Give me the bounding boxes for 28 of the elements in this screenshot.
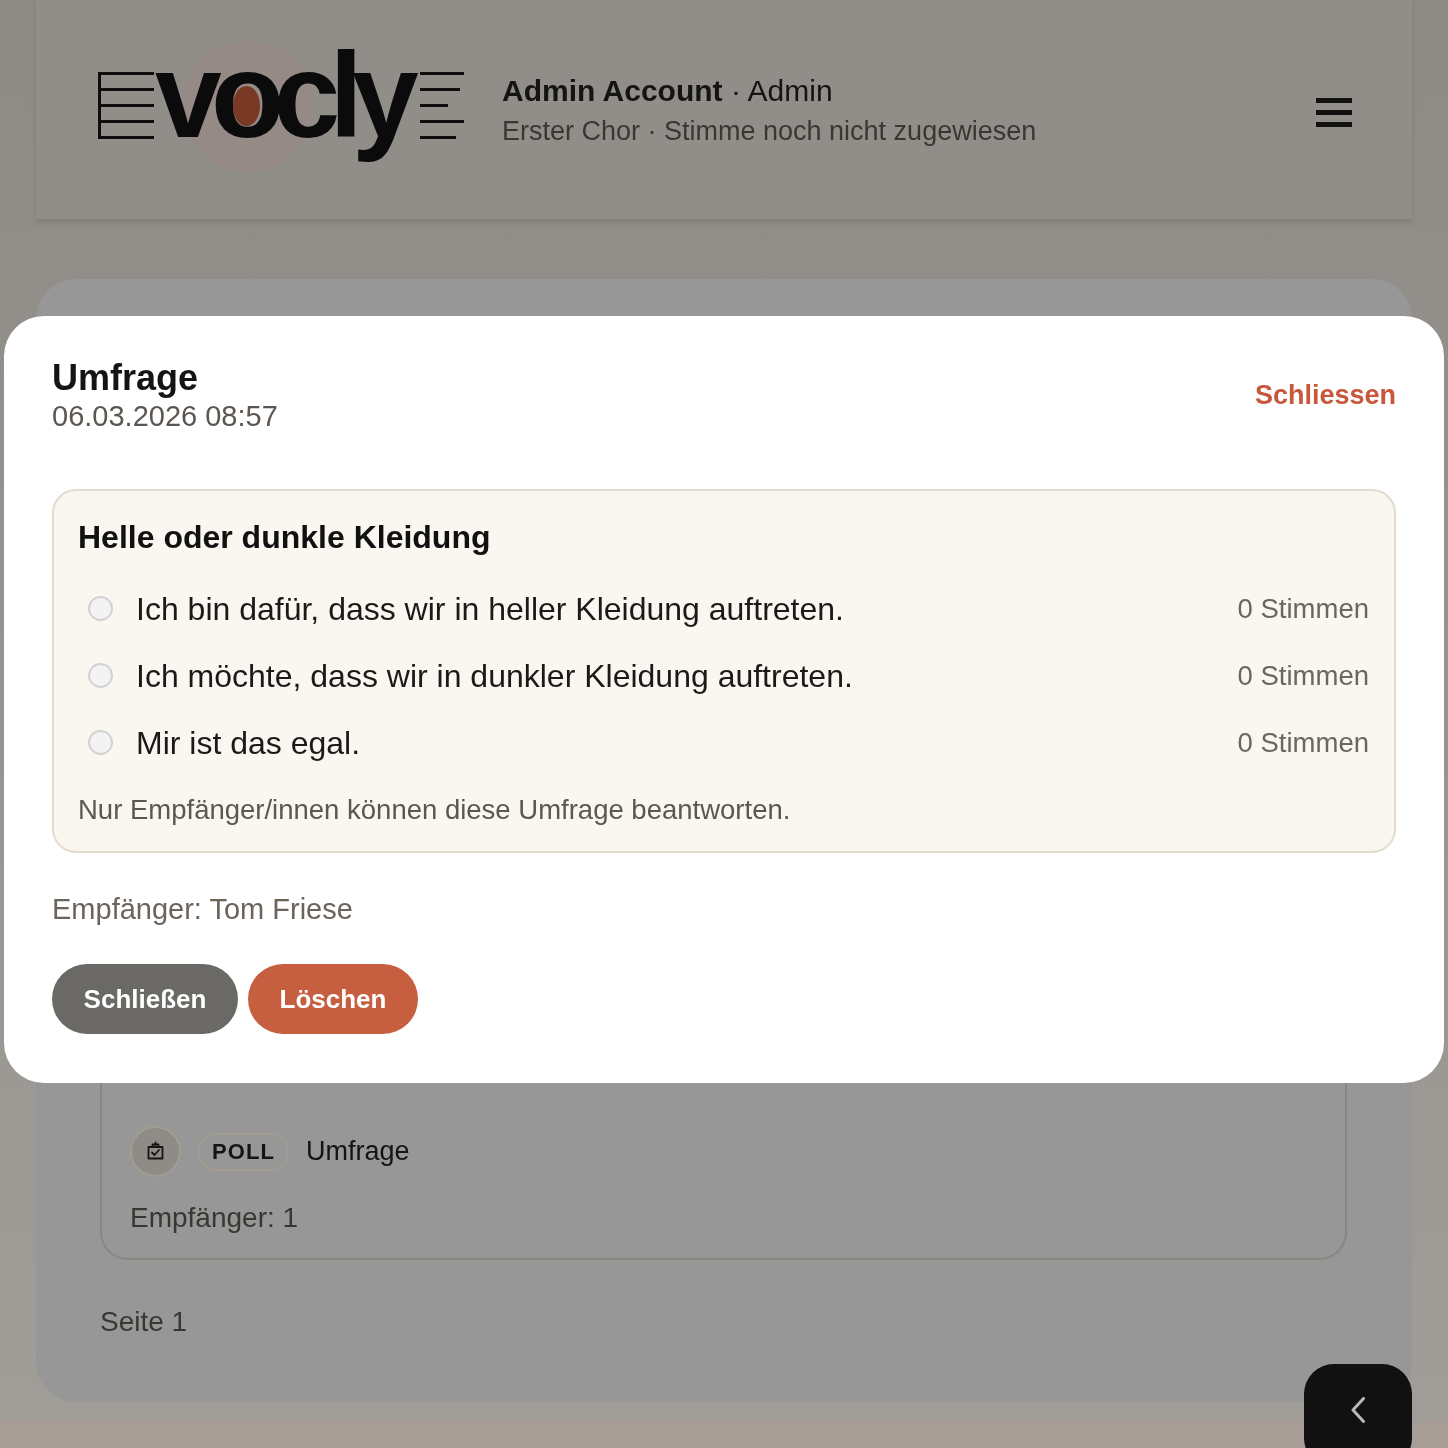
close-button[interactable]: Schließen	[52, 964, 238, 1034]
page-indicator: Seite 1	[100, 1305, 189, 1339]
poll-note: Nur Empfänger/innen können diese Umfrage beantworten.	[78, 794, 792, 826]
type-badge: POLL	[198, 1132, 290, 1171]
close-link[interactable]: Schliessen	[1254, 374, 1396, 416]
radio-button[interactable]	[88, 663, 113, 688]
modal-date: 06.03.2026 08:57	[52, 400, 278, 432]
logo: vocly	[98, 39, 468, 180]
type-label: Umfrage	[306, 1135, 410, 1169]
account-name: Admin Account · Admin	[502, 72, 834, 109]
option-label: Ich möchte, dass wir in dunkler Kleidung auftreten.	[136, 656, 853, 695]
vote-count: 0 Stimmen	[1237, 726, 1369, 759]
recipient-list: Empfänger: Tom Friese	[52, 893, 1396, 925]
radio-button[interactable]	[88, 596, 113, 621]
option-label: Ich bin dafür, dass wir in heller Kleidung auftreten.	[136, 589, 844, 628]
menu-icon[interactable]	[1316, 97, 1352, 128]
clipboard-check-icon	[130, 1126, 181, 1177]
vote-count: 0 Stimmen	[1237, 659, 1369, 692]
poll-question: Helle oder dunkle Kleidung	[78, 519, 492, 555]
account-subtitle: Erster Chor · Stimme noch nicht zugewiesen	[502, 114, 1037, 147]
option-label: Mir ist das egal.	[136, 723, 361, 762]
delete-button[interactable]: Löschen	[248, 964, 418, 1034]
modal-title: Umfrage	[52, 358, 200, 398]
radio-button[interactable]	[88, 730, 113, 755]
back-button[interactable]	[1304, 1364, 1412, 1448]
recipient-count: Empfänger: 1	[130, 1201, 300, 1235]
chevron-left-icon	[1351, 1397, 1365, 1423]
vote-count: 0 Stimmen	[1237, 592, 1369, 625]
